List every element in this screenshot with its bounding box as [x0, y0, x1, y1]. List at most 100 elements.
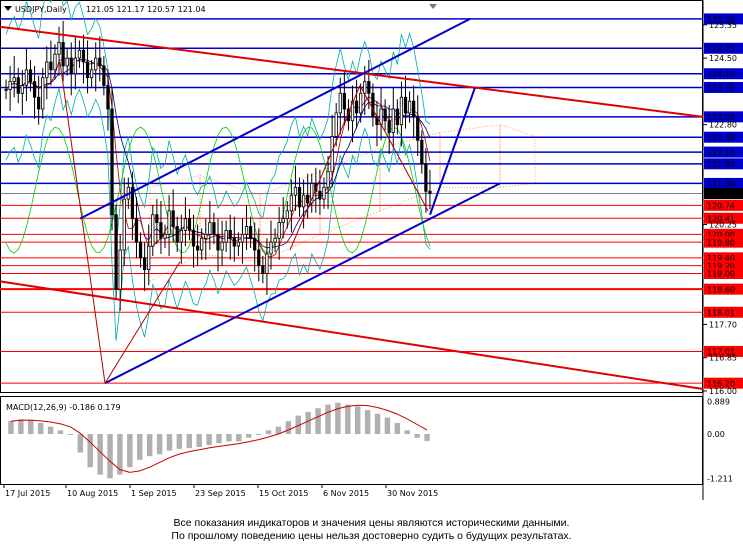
macd-bar — [47, 426, 54, 435]
candle-body — [420, 139, 424, 165]
time-label: 6 Nov 2015 — [323, 489, 369, 498]
candle-body — [195, 245, 200, 251]
candle-body — [383, 108, 387, 122]
macd-bar — [305, 411, 311, 435]
macd-bar — [206, 434, 212, 446]
macd-bar — [364, 410, 371, 435]
candle-body — [261, 265, 265, 274]
candle-body — [134, 218, 139, 243]
price-label: 120.74 — [707, 202, 735, 211]
macd-bar — [384, 417, 391, 435]
price-label: 123.75 — [707, 84, 735, 93]
price-tick-label: 116.85 — [709, 354, 737, 363]
candle-body — [428, 190, 432, 194]
candle-body — [318, 190, 322, 200]
price-label: 118.01 — [707, 308, 735, 317]
price-label: 118.60 — [707, 285, 735, 294]
candle-body — [94, 57, 98, 71]
candle-body — [53, 53, 57, 71]
price-label: 119.00 — [707, 270, 735, 279]
candle-body — [151, 214, 155, 247]
candle-body — [57, 42, 61, 55]
macd-bar — [196, 434, 202, 447]
price-label: 119.80 — [707, 238, 735, 247]
candle-body — [41, 77, 45, 110]
candle-body — [155, 214, 159, 223]
macd-bar — [67, 434, 74, 436]
price-label: 121.04 — [707, 190, 735, 199]
macd-bar — [28, 420, 34, 435]
macd-bar — [146, 434, 153, 457]
candle-body — [179, 230, 183, 243]
candle-body — [306, 194, 310, 204]
candle-body — [8, 81, 12, 90]
candle-body — [391, 108, 395, 133]
macd-bar — [176, 434, 183, 449]
candle-body — [16, 77, 20, 94]
candle-body — [273, 237, 277, 243]
candle-body — [220, 241, 224, 251]
candle-body — [204, 233, 208, 239]
candle-body — [49, 61, 53, 71]
price-tick-label: 122.80 — [709, 121, 737, 130]
macd-bar — [18, 419, 24, 435]
macd-bar — [57, 430, 64, 435]
candle-body — [371, 92, 375, 118]
candle-body — [90, 69, 94, 79]
time-label: 15 Oct 2015 — [259, 489, 308, 498]
candle-body — [69, 57, 73, 75]
candle-body — [12, 77, 16, 82]
candle-body — [281, 218, 285, 223]
candle-body — [102, 65, 106, 86]
chart-window: 125.50124.75124.10123.75123.00122.48122.… — [0, 0, 743, 500]
candle-body — [171, 210, 175, 227]
disclaimer-line-2: По прошлому поведению цены нельзя достов… — [171, 530, 572, 542]
candle-body — [216, 233, 220, 251]
price-label: 124.75 — [707, 44, 735, 53]
macd-bar — [325, 404, 331, 435]
candle-body — [122, 198, 126, 251]
macd-bar — [354, 406, 361, 435]
macd-label: MACD(12,26,9) -0.186 0.179 — [6, 403, 121, 412]
candle-body — [265, 253, 269, 274]
candle-body — [228, 230, 232, 239]
macd-bar — [245, 434, 252, 438]
macd-bar — [414, 434, 420, 438]
candle-body — [65, 57, 69, 67]
chart-ohlc: 121.05 121.17 120.57 121.04 — [86, 5, 206, 14]
candle-body — [363, 81, 367, 94]
candle-body — [114, 214, 118, 290]
macd-bar — [8, 421, 14, 435]
candle-body — [322, 186, 326, 200]
macd-bar — [345, 404, 351, 435]
price-tick-label: 125.35 — [709, 21, 737, 30]
candle-body — [183, 218, 188, 231]
macd-tick-label: 0.00 — [707, 430, 725, 439]
candle-body — [167, 210, 171, 235]
candle-body — [208, 222, 212, 235]
price-label: 121.80 — [707, 160, 735, 169]
price-label: 122.10 — [707, 148, 735, 157]
candle-body — [20, 85, 24, 94]
candle-body — [403, 96, 408, 114]
price-tick-label: 117.70 — [709, 320, 737, 329]
macd-bar — [156, 434, 163, 455]
price-label: 121.30 — [707, 180, 735, 189]
candle-body — [37, 96, 41, 110]
candle-body — [212, 222, 216, 235]
price-label: 124.10 — [707, 70, 735, 79]
macd-tick-label: 0.889 — [707, 397, 730, 406]
macd-axis-labels: 0.889 0.00 -1.211 — [707, 397, 733, 483]
candle-body — [301, 194, 306, 208]
candle-body — [187, 218, 192, 231]
price-tick-label: 116.00 — [709, 387, 737, 396]
macd-bar — [404, 430, 410, 435]
price-label: 122.48 — [707, 133, 735, 142]
candle-body — [28, 69, 33, 82]
macd-bar — [265, 430, 272, 435]
time-label: 23 Sep 2015 — [195, 489, 246, 498]
candle-body — [285, 210, 289, 220]
candle-body — [338, 92, 342, 114]
price-tick-label: 120.25 — [709, 221, 737, 230]
chart-symbol: USDJPY,Daily — [15, 5, 67, 14]
